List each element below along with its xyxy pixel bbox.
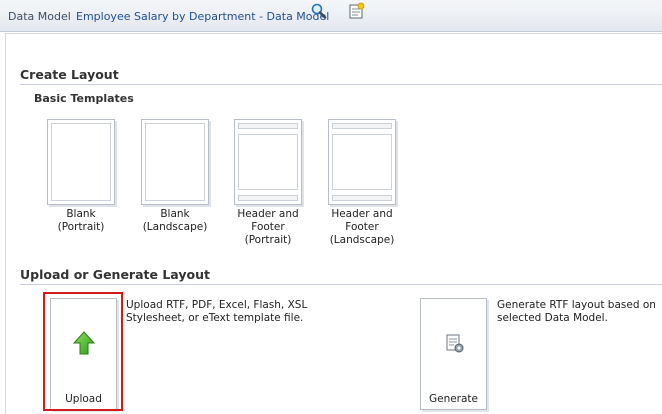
- generate-document-icon: [446, 334, 464, 353]
- upload-generate-divider: [20, 284, 662, 285]
- template-thumbnail[interactable]: [47, 119, 115, 205]
- generate-description: Generate RTF layout based on selected Da…: [497, 299, 656, 324]
- template-label: Header and Footer (Landscape): [329, 208, 395, 246]
- template-label: Blank (Portrait): [57, 208, 105, 233]
- create-layout-divider: [20, 84, 662, 85]
- generate-button[interactable]: Generate: [420, 298, 487, 410]
- top-toolbar: Data Model Employee Salary by Department…: [0, 0, 662, 32]
- template-thumbnail[interactable]: [141, 119, 209, 205]
- template-label: Header and Footer (Portrait): [237, 208, 299, 246]
- template-thumbnail[interactable]: [234, 119, 302, 205]
- upload-generate-title: Upload or Generate Layout: [20, 267, 210, 282]
- generate-label: Generate: [428, 393, 479, 405]
- data-model-label: Data Model: [8, 10, 71, 23]
- basic-templates-title: Basic Templates: [34, 92, 134, 105]
- search-icon[interactable]: [309, 2, 329, 22]
- edit-icon[interactable]: [347, 2, 367, 22]
- create-layout-title: Create Layout: [20, 67, 119, 82]
- template-thumbnail[interactable]: [328, 119, 396, 205]
- upload-highlight-box: [43, 292, 123, 411]
- data-model-title-link[interactable]: Employee Salary by Department - Data Mod…: [76, 10, 329, 23]
- template-label: Blank (Landscape): [142, 208, 208, 233]
- upload-description: Upload RTF, PDF, Excel, Flash, XSL Style…: [126, 299, 308, 324]
